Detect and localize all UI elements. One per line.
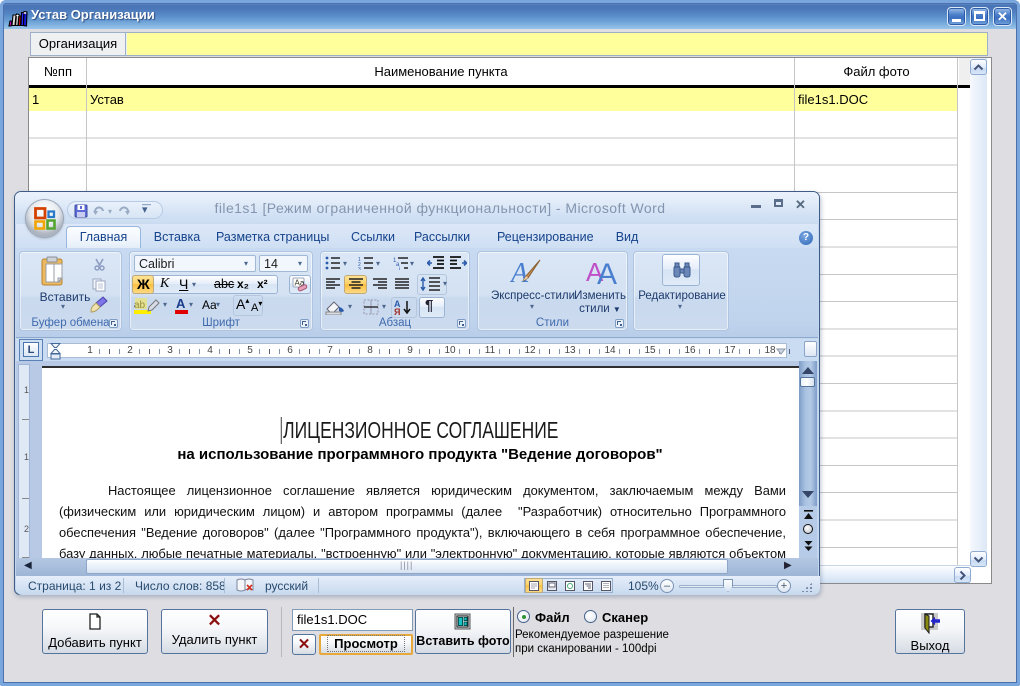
svg-text:A: A bbox=[597, 258, 617, 287]
svg-text:Я: Я bbox=[394, 307, 400, 316]
svg-text:A: A bbox=[510, 258, 529, 288]
svg-text:3: 3 bbox=[358, 267, 361, 270]
svg-text:i: i bbox=[399, 267, 400, 270]
